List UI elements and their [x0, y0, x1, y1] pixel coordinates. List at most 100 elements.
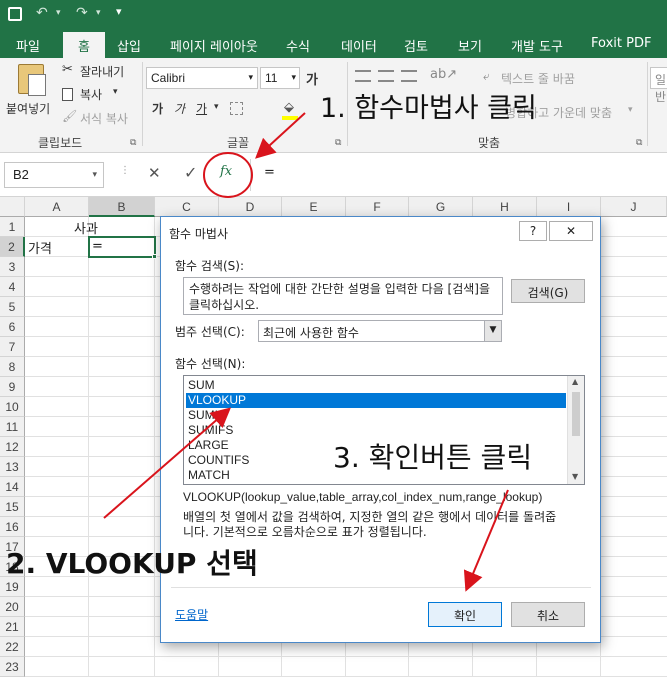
row-header-20[interactable]: 20 [0, 597, 25, 617]
search-textbox[interactable]: 수행하려는 작업에 대한 간단한 설명을 입력한 다음 [검색]을 클릭하십시오… [183, 277, 503, 315]
font-size-select[interactable]: 11 ▾ [260, 67, 300, 89]
search-button[interactable]: 검색(G) [511, 279, 585, 303]
borders-icon[interactable] [230, 102, 243, 115]
column-header-b[interactable]: B [89, 197, 155, 217]
dialog-help-button[interactable]: ? [519, 221, 547, 241]
align-top-icon[interactable] [355, 70, 371, 82]
fill-handle[interactable] [152, 254, 157, 259]
copy-dropdown-icon[interactable]: ▾ [113, 87, 118, 97]
ok-button[interactable]: 확인 [428, 602, 502, 627]
cell-b1[interactable]: 사과 [74, 218, 98, 237]
row-header-22[interactable]: 22 [0, 637, 25, 657]
save-icon[interactable] [8, 7, 22, 21]
row-header-14[interactable]: 14 [0, 477, 25, 497]
format-painter-button[interactable]: 서식 복사 [80, 110, 128, 127]
function-list-item-selected[interactable]: VLOOKUP [186, 393, 566, 408]
row-header-16[interactable]: 16 [0, 517, 25, 537]
grow-font-button[interactable]: 가 [306, 69, 318, 88]
column-header-c[interactable]: C [155, 197, 219, 217]
bold-button[interactable]: 가 [152, 100, 163, 117]
undo-dropdown-icon[interactable]: ▾ [56, 8, 61, 18]
cut-button[interactable]: 잘라내기 [80, 63, 124, 80]
row-header-21[interactable]: 21 [0, 617, 25, 637]
select-all-corner[interactable] [0, 197, 25, 217]
column-header-d[interactable]: D [219, 197, 282, 217]
row-header-3[interactable]: 3 [0, 257, 25, 277]
row-header-15[interactable]: 15 [0, 497, 25, 517]
cancel-entry-button[interactable]: ✕ [148, 164, 161, 182]
name-box-dropdown-icon[interactable]: ▾ [92, 169, 97, 180]
column-header-e[interactable]: E [282, 197, 346, 217]
scroll-up-icon[interactable]: ▲ [572, 377, 578, 386]
function-list-item[interactable]: SUMIF [186, 408, 566, 423]
redo-dropdown-icon[interactable]: ▾ [96, 8, 101, 18]
row-header-6[interactable]: 6 [0, 317, 25, 337]
dialog-title-bar[interactable]: 함수 마법사 ? ✕ [161, 217, 600, 247]
tab-developer[interactable]: 개발 도구 [511, 36, 563, 55]
category-dropdown-icon[interactable]: ▼ [484, 321, 501, 341]
alignment-launcher-icon[interactable]: ⧉ [636, 138, 642, 148]
help-link[interactable]: 도움말 [175, 606, 208, 623]
column-header-a[interactable]: A [25, 197, 89, 217]
function-list-scrollbar[interactable]: ▲ ▼ [567, 376, 584, 484]
cell-a2[interactable]: 가격 [28, 238, 52, 257]
row-header-10[interactable]: 10 [0, 397, 25, 417]
row-header-5[interactable]: 5 [0, 297, 25, 317]
tab-home[interactable]: 홈 [63, 32, 105, 58]
undo-icon[interactable]: ↶ [36, 5, 48, 21]
formula-input[interactable]: = [264, 165, 275, 180]
tab-file[interactable]: 파일 [16, 36, 40, 55]
row-header-8[interactable]: 8 [0, 357, 25, 377]
dialog-close-button[interactable]: ✕ [549, 221, 593, 241]
row-header-23[interactable]: 23 [0, 657, 25, 677]
customize-qat-icon[interactable]: ▾ [116, 5, 122, 18]
tab-data[interactable]: 데이터 [341, 36, 377, 55]
align-bottom-icon[interactable] [401, 70, 417, 82]
row-header-11[interactable]: 11 [0, 417, 25, 437]
copy-button[interactable]: 복사 [80, 86, 102, 103]
formula-bar-grip-icon[interactable]: ⋮ [120, 165, 130, 176]
column-header-j[interactable]: J [601, 197, 667, 217]
wrap-text-button[interactable]: 텍스트 줄 바꿈 [501, 70, 575, 87]
tab-foxit-pdf[interactable]: Foxit PDF [591, 36, 651, 51]
insert-function-button[interactable]: fx [220, 164, 232, 179]
scroll-down-icon[interactable]: ▼ [572, 472, 578, 481]
column-header-g[interactable]: G [409, 197, 473, 217]
tab-insert[interactable]: 삽입 [117, 36, 141, 55]
clipboard-launcher-icon[interactable]: ⧉ [130, 138, 136, 148]
tab-view[interactable]: 보기 [458, 36, 482, 55]
scroll-thumb[interactable] [572, 392, 580, 436]
category-select[interactable]: 최근에 사용한 함수 ▼ [258, 320, 502, 342]
row-header-9[interactable]: 9 [0, 377, 25, 397]
paste-button[interactable]: 붙여넣기 [6, 62, 56, 118]
fill-color-icon[interactable]: ⬙ [284, 100, 294, 115]
function-description-text: 배열의 첫 열에서 값을 검색하여, 지정한 열의 같은 행에서 데이터를 돌려… [183, 510, 557, 539]
cancel-button[interactable]: 취소 [511, 602, 585, 627]
row-header-4[interactable]: 4 [0, 277, 25, 297]
font-launcher-icon[interactable]: ⧉ [335, 138, 341, 148]
font-name-select[interactable]: Calibri ▾ [146, 67, 258, 89]
name-box[interactable]: B2 ▾ [4, 162, 104, 188]
row-header-13[interactable]: 13 [0, 457, 25, 477]
column-header-f[interactable]: F [346, 197, 409, 217]
number-format-select[interactable]: 일반 [650, 67, 667, 104]
row-header-1[interactable]: 1 [0, 217, 25, 237]
underline-dropdown-icon[interactable]: ▾ [214, 102, 219, 112]
row-header-12[interactable]: 12 [0, 437, 25, 457]
column-header-h[interactable]: H [473, 197, 537, 217]
row-header-7[interactable]: 7 [0, 337, 25, 357]
tab-page-layout[interactable]: 페이지 레이아웃 [170, 36, 258, 55]
row-header-2[interactable]: 2 [0, 237, 25, 257]
tab-review[interactable]: 검토 [404, 36, 428, 55]
column-header-i[interactable]: I [537, 197, 601, 217]
selected-cell-b2[interactable]: = [88, 236, 156, 258]
merge-dropdown-icon[interactable]: ▾ [628, 105, 633, 115]
redo-icon[interactable]: ↷ [76, 5, 88, 21]
tab-formulas[interactable]: 수식 [286, 36, 310, 55]
orientation-icon[interactable]: ab↗ [430, 67, 457, 82]
align-middle-icon[interactable] [378, 70, 394, 82]
underline-button[interactable]: 가 [196, 100, 207, 117]
italic-button[interactable]: 가 [174, 100, 185, 117]
confirm-entry-button[interactable]: ✓ [184, 163, 197, 182]
function-list-item[interactable]: SUM [186, 378, 566, 393]
